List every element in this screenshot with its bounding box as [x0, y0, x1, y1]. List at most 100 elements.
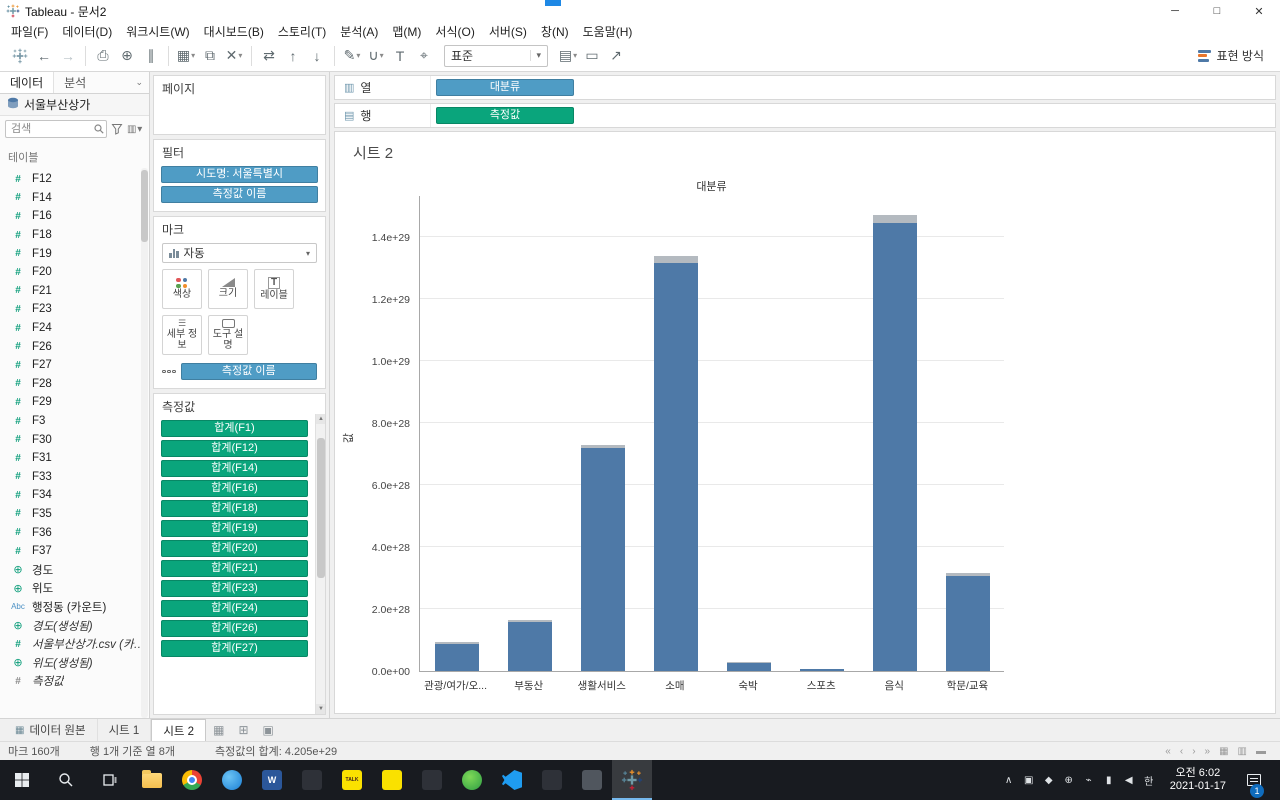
measure-pill[interactable]: 합계(F19): [161, 520, 308, 537]
field-item[interactable]: # F29: [0, 393, 149, 412]
measure-pill[interactable]: 합계(F21): [161, 560, 308, 577]
save-icon[interactable]: ⎙: [91, 44, 115, 68]
taskbar-word[interactable]: W: [252, 760, 292, 800]
field-item[interactable]: # F30: [0, 430, 149, 449]
field-item[interactable]: Abc 행정동 (카운트): [0, 598, 149, 617]
filmstrip-icon[interactable]: ▥: [1238, 746, 1247, 757]
menu-item-1[interactable]: 데이터(D): [55, 23, 119, 40]
group-members-icon[interactable]: ∪ ▾: [364, 44, 388, 68]
menu-item-9[interactable]: 창(N): [534, 23, 576, 40]
taskbar-clock[interactable]: 오전 6:02 2021-01-17: [1161, 767, 1235, 793]
measure-pill[interactable]: 합계(F1): [161, 420, 308, 437]
bar[interactable]: [726, 662, 771, 671]
field-item[interactable]: # F36: [0, 523, 149, 542]
nav-next-icon[interactable]: ›: [1192, 746, 1195, 757]
columns-shelf[interactable]: ▥ 열 대분류: [334, 75, 1276, 100]
marks-card[interactable]: 마크 자동 ▾ 색상 크기 T 레이블 ☰ 세부 정보 도구 설명 측정값 이름: [153, 216, 326, 389]
redo-icon[interactable]: →: [56, 44, 80, 68]
bar[interactable]: [799, 669, 844, 671]
field-item[interactable]: # F12: [0, 170, 149, 189]
shelf-pill[interactable]: 측정값: [436, 107, 574, 124]
bluetooth-icon[interactable]: ⌁: [1079, 775, 1099, 786]
new-datasource-icon[interactable]: ⊕: [115, 44, 139, 68]
fit-selector[interactable]: 표준 ▾: [444, 44, 548, 67]
swap-axes-icon[interactable]: ⇄: [257, 44, 281, 68]
measure-pill[interactable]: 합계(F20): [161, 540, 308, 557]
bar[interactable]: [507, 619, 552, 671]
network-icon[interactable]: ⊕: [1059, 775, 1079, 786]
menu-item-6[interactable]: 맵(M): [385, 23, 428, 40]
taskbar-chrome[interactable]: [172, 760, 212, 800]
sort-ascending-icon[interactable]: ↑: [281, 44, 305, 68]
field-item[interactable]: ⊕ 위도: [0, 579, 149, 598]
sheet-tab[interactable]: 시트 1: [98, 719, 152, 741]
taskbar-green-app[interactable]: [452, 760, 492, 800]
fix-axes-icon[interactable]: ⌖: [412, 44, 436, 68]
menu-item-7[interactable]: 서식(O): [428, 23, 481, 40]
field-item[interactable]: # 서울부산상가.csv (카운...: [0, 635, 149, 654]
measure-values-card[interactable]: 측정값 합계(F1) 합계(F12) 합계(F14) 합계(F16) 합계(F18) 합계…: [153, 393, 326, 715]
clear-sheet-icon[interactable]: ✕ ▾: [222, 44, 246, 68]
taskbar-dark-app-1[interactable]: [292, 760, 332, 800]
scrollbar-thumb[interactable]: [317, 438, 325, 578]
mark-type-selector[interactable]: 자동 ▾: [162, 243, 317, 263]
volume-icon[interactable]: ◀: [1119, 775, 1139, 786]
data-pane-tab-data[interactable]: 데이터: [0, 72, 55, 93]
field-item[interactable]: # F23: [0, 300, 149, 319]
field-item[interactable]: # F37: [0, 542, 149, 561]
measure-pill[interactable]: 합계(F18): [161, 500, 308, 517]
bar[interactable]: [872, 215, 917, 671]
task-view-icon[interactable]: [88, 760, 132, 800]
duplicate-icon[interactable]: ⧉: [198, 44, 222, 68]
field-item[interactable]: # F33: [0, 468, 149, 487]
shelf-pill[interactable]: 대분류: [436, 79, 574, 96]
field-item[interactable]: # F28: [0, 375, 149, 394]
show-cards-icon[interactable]: ▤ ▾: [556, 44, 580, 68]
menu-item-3[interactable]: 대시보드(B): [197, 23, 271, 40]
undo-icon[interactable]: ←: [32, 44, 56, 68]
menu-item-8[interactable]: 서버(S): [482, 23, 534, 40]
show-tabs-icon[interactable]: ▬: [1256, 746, 1266, 757]
taskbar-vscode[interactable]: [492, 760, 532, 800]
taskbar-yellow-app[interactable]: [372, 760, 412, 800]
sheet-sorter-icon[interactable]: ▦: [1219, 746, 1228, 757]
field-item[interactable]: # F18: [0, 226, 149, 245]
new-worksheet-button[interactable]: ▦: [206, 719, 231, 741]
measure-pill[interactable]: 합계(F12): [161, 440, 308, 457]
scroll-up-icon[interactable]: ▲: [316, 414, 325, 424]
nav-first-icon[interactable]: «: [1165, 746, 1171, 757]
detail-pill[interactable]: 측정값 이름: [180, 363, 317, 380]
field-list-scrollbar[interactable]: [141, 168, 148, 718]
field-item[interactable]: # F31: [0, 449, 149, 468]
menu-item-10[interactable]: 도움말(H): [576, 23, 640, 40]
field-item[interactable]: # F19: [0, 244, 149, 263]
measure-pill[interactable]: 합계(F26): [161, 620, 308, 637]
battery-icon[interactable]: ▮: [1099, 775, 1119, 786]
bar[interactable]: [580, 444, 625, 671]
rows-shelf[interactable]: ▤ 행 측정값: [334, 103, 1276, 128]
bar[interactable]: [945, 572, 990, 671]
field-item[interactable]: # F27: [0, 356, 149, 375]
field-item[interactable]: # F34: [0, 486, 149, 505]
size-button[interactable]: 크기: [208, 269, 248, 309]
field-item[interactable]: # 측정값: [0, 672, 149, 691]
filters-card[interactable]: 필터 시도명: 서울특별시 측정값 이름: [153, 139, 326, 212]
minimize-button[interactable]: ─: [1154, 0, 1196, 22]
menu-item-5[interactable]: 분석(A): [333, 23, 385, 40]
field-item[interactable]: # F16: [0, 207, 149, 226]
field-item[interactable]: # F20: [0, 263, 149, 282]
taskbar-dark-app-2[interactable]: [412, 760, 452, 800]
filter-pill[interactable]: 시도명: 서울특별시: [161, 166, 318, 183]
chevron-up-icon[interactable]: ∧: [999, 775, 1019, 786]
start-button[interactable]: [0, 760, 44, 800]
show-mark-labels-icon[interactable]: T: [388, 44, 412, 68]
pages-card[interactable]: 페이지: [153, 75, 326, 135]
filter-pill[interactable]: 측정값 이름: [161, 186, 318, 203]
datasource-item[interactable]: 서울부산상가: [0, 94, 149, 116]
detail-button[interactable]: ☰ 세부 정보: [162, 315, 202, 355]
sheet-tab[interactable]: 시트 2: [151, 719, 207, 741]
ime-korean-icon[interactable]: 한: [1139, 773, 1159, 788]
new-story-button[interactable]: ▣: [256, 719, 281, 741]
tooltip-button[interactable]: 도구 설명: [208, 315, 248, 355]
field-item[interactable]: # F14: [0, 189, 149, 208]
